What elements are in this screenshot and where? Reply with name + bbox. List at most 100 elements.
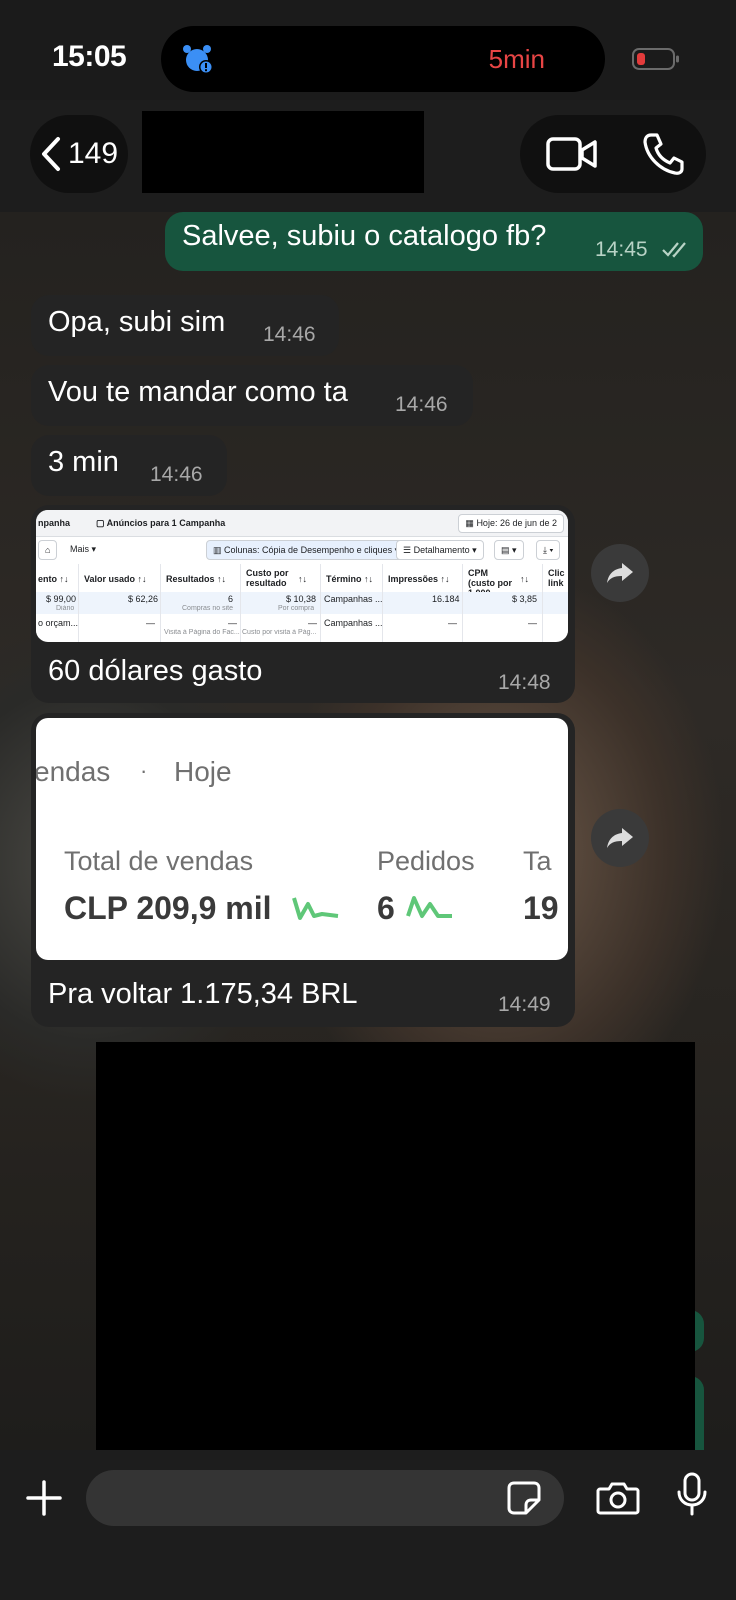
cell: $ 99,00	[46, 594, 77, 604]
download-icon: ⤓ ▾	[536, 540, 561, 560]
sticker-icon[interactable]	[506, 1480, 542, 1516]
cell-sub: Compras no site	[182, 605, 233, 612]
back-button[interactable]: 149	[30, 115, 128, 193]
col-header: ↑↓	[298, 574, 307, 584]
incoming-message[interactable]: Vou te mandar como ta 14:46	[31, 365, 473, 426]
breakdown-label: Detalhamento	[413, 545, 470, 555]
phone-call-icon[interactable]	[642, 132, 684, 176]
columns-button: ▥ Colunas: Cópia de Desempenho e cliques…	[206, 540, 407, 560]
table-row: o orçam... — — Visita à Página do Fac...…	[36, 616, 568, 638]
ads-table-header: ento ↑↓ Valor usado ↑↓ Resultados ↑↓ Cus…	[36, 564, 568, 598]
battery-icon	[632, 48, 679, 70]
tab-sales: endas	[36, 756, 111, 787]
composer-bar	[0, 1450, 736, 1600]
image-caption: Pra voltar 1.175,34 BRL	[48, 978, 358, 1010]
conversion-label: Ta	[523, 846, 552, 876]
message-text: Vou te mandar como ta	[48, 376, 348, 408]
sales-screenshot[interactable]: endas · Hoje Total de vendas CLP 209,9 m…	[36, 718, 568, 960]
message-input[interactable]	[86, 1470, 564, 1526]
alarm-icon	[183, 45, 213, 74]
call-controls	[520, 115, 706, 193]
message-time: 14:49	[498, 993, 551, 1016]
cell: —	[146, 618, 155, 628]
orders-label: Pedidos	[377, 846, 475, 876]
ads-manager-screenshot[interactable]: npanha ▢ Anúncios para 1 Campanha ▦ Hoje…	[36, 510, 568, 642]
report-icon: ▤ ▾	[494, 540, 524, 560]
tab-ads-label: Anúncios para 1 Campanha	[106, 518, 226, 528]
cell-sub: Diário	[56, 605, 75, 612]
chevron-left-icon	[41, 137, 60, 171]
cell: —	[228, 618, 237, 628]
image-message[interactable]: npanha ▢ Anúncios para 1 Campanha ▦ Hoje…	[31, 505, 575, 703]
columns-label: Colunas: Cópia de Desempenho e cliques	[224, 545, 393, 555]
message-text: 3 min	[48, 446, 119, 478]
contact-info-redacted[interactable]	[142, 111, 424, 193]
status-time: 15:05	[52, 40, 127, 73]
cell: o orçam...	[38, 618, 79, 628]
forward-icon	[607, 828, 633, 848]
date-label: Hoje: 26 de jun de 2	[476, 518, 557, 528]
col-header: ento ↑↓	[38, 574, 69, 584]
camera-icon[interactable]	[596, 1480, 640, 1516]
cell: 16.184	[432, 594, 460, 604]
col-header: Clic link	[548, 568, 565, 588]
cell: Campanhas ...	[324, 618, 383, 628]
cell: $ 3,85	[512, 594, 538, 604]
tag-icon: ⌂	[38, 540, 58, 560]
date-picker: ▦ Hoje: 26 de jun de 2	[458, 514, 564, 533]
cell: —	[308, 618, 317, 628]
column-divider	[542, 564, 543, 642]
tab-ads: ▢ Anúncios para 1 Campanha	[96, 518, 226, 528]
message-text: Salvee, subiu o catalogo fb?	[182, 220, 547, 252]
forward-button[interactable]	[591, 544, 649, 602]
table-row: $ 99,00 Diário $ 62,26 6 Compras no site…	[36, 592, 568, 614]
ads-tab-bar: npanha ▢ Anúncios para 1 Campanha ▦ Hoje…	[36, 510, 568, 537]
image-message[interactable]: endas · Hoje Total de vendas CLP 209,9 m…	[31, 713, 575, 1027]
message-text: Opa, subi sim	[48, 306, 226, 338]
cell-sub: Visita à Página do Fac...	[164, 629, 240, 636]
message-time: 14:46	[150, 463, 203, 486]
microphone-icon[interactable]	[676, 1472, 708, 1518]
cell: $ 62,26	[128, 594, 159, 604]
column-divider	[240, 564, 241, 642]
column-divider	[382, 564, 383, 642]
trend-sparkline-icon	[406, 896, 452, 918]
image-caption: 60 dólares gasto	[48, 655, 263, 687]
redacted-media	[96, 1042, 695, 1450]
incoming-message[interactable]: Opa, subi sim 14:46	[31, 295, 339, 356]
column-divider	[160, 564, 161, 642]
separator-dot: ·	[140, 758, 148, 783]
message-time: 14:48	[498, 671, 551, 694]
total-sales-value: CLP 209,9 mil	[64, 890, 272, 926]
incoming-message[interactable]: 3 min 14:46	[31, 435, 227, 496]
cell: 6	[228, 594, 234, 604]
forward-icon	[607, 563, 633, 583]
col-header: Valor usado ↑↓	[84, 574, 147, 584]
message-time: 14:46	[263, 323, 316, 346]
read-receipt-icon	[662, 242, 686, 258]
video-call-icon[interactable]	[546, 136, 598, 172]
cell: $ 10,38	[286, 594, 317, 604]
cell: Campanhas ...	[324, 594, 383, 604]
col-header: Custo por resultado	[246, 568, 289, 588]
col-header: Impressões ↑↓	[388, 574, 450, 584]
outgoing-message[interactable]: Salvee, subiu o catalogo fb? 14:45	[165, 212, 703, 271]
total-sales-label: Total de vendas	[64, 846, 254, 876]
plus-icon[interactable]	[24, 1478, 64, 1518]
col-header: Término ↑↓	[326, 574, 374, 584]
cell-sub: Custo por visita à Pág...	[242, 629, 317, 636]
cell-sub: Por compra	[278, 605, 315, 612]
cell: —	[528, 618, 537, 628]
tab-campaign: npanha	[38, 518, 71, 528]
timer-text: 5min	[488, 44, 545, 74]
ads-toolbar: ⌂ Mais ▾ ▥ Colunas: Cópia de Desempenho …	[36, 538, 568, 562]
column-divider	[462, 564, 463, 642]
column-divider	[78, 564, 79, 642]
dynamic-island[interactable]: 5min	[161, 26, 605, 92]
forward-button[interactable]	[591, 809, 649, 867]
orders-value: 6	[377, 890, 395, 926]
column-divider	[320, 564, 321, 642]
col-header: Resultados ↑↓	[166, 574, 227, 584]
message-time: 14:45	[595, 238, 648, 261]
chat-header: 149	[0, 100, 736, 212]
